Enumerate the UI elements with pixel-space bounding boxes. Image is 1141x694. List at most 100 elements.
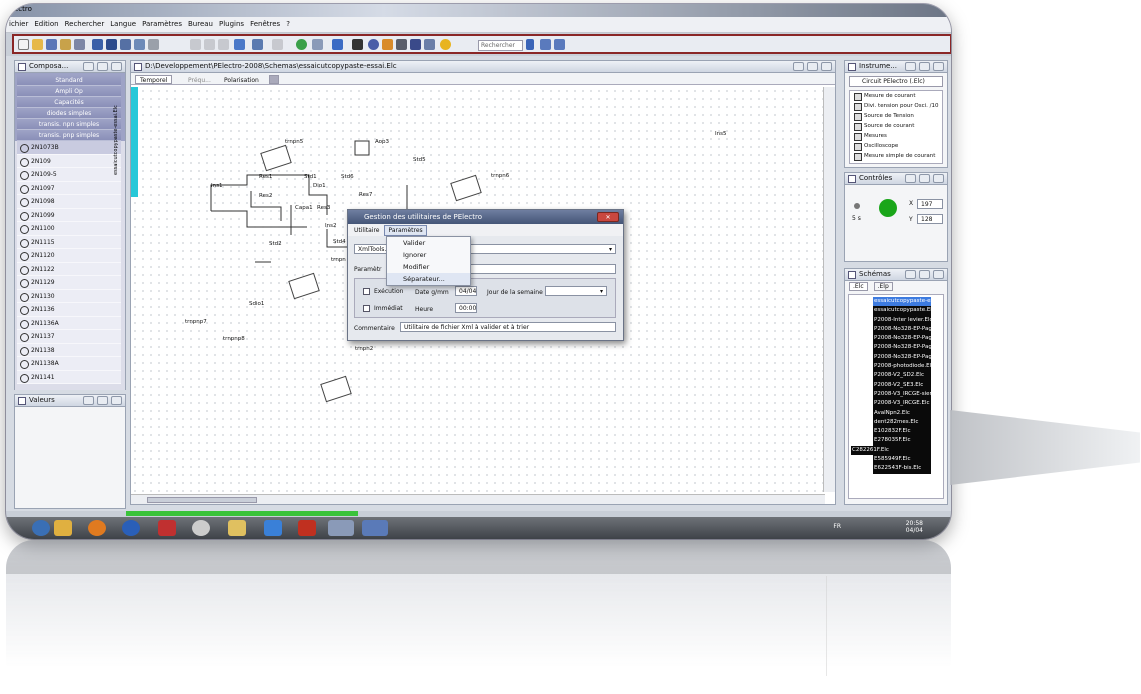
cut-icon[interactable] bbox=[60, 39, 71, 50]
x-input[interactable]: 197 bbox=[917, 199, 943, 209]
window-icon[interactable] bbox=[120, 39, 131, 50]
clock-icon[interactable] bbox=[192, 520, 210, 536]
window-task-icon[interactable] bbox=[362, 520, 388, 536]
list-item[interactable]: 2N1138 bbox=[17, 343, 121, 357]
file-item[interactable]: P2008-No328-EP-Page4 bbox=[873, 352, 931, 363]
file-item[interactable]: P2008-No328-EP-Page2 bbox=[873, 334, 931, 344]
list-item[interactable]: Source de Tension bbox=[850, 111, 942, 121]
list-item[interactable]: 2N109-5 bbox=[17, 168, 121, 182]
stop-icon[interactable] bbox=[368, 39, 379, 50]
list-item[interactable]: 2N1122 bbox=[17, 262, 121, 276]
list-item[interactable]: Mesure simple de courant bbox=[850, 151, 942, 161]
file-item[interactable]: AvalNpn2.Elc bbox=[873, 408, 931, 418]
list-item[interactable]: 2N1136A bbox=[17, 316, 121, 330]
weekday-select[interactable]: ▾ bbox=[545, 286, 607, 296]
list-item[interactable]: 2N1097 bbox=[17, 181, 121, 195]
list-item[interactable]: 2N109 bbox=[17, 154, 121, 168]
restore-button[interactable] bbox=[919, 62, 930, 71]
new-file-icon[interactable] bbox=[18, 39, 29, 50]
execution-checkbox[interactable] bbox=[363, 288, 370, 295]
user-icon[interactable] bbox=[122, 520, 140, 536]
redo-icon[interactable] bbox=[272, 39, 283, 50]
search-input[interactable]: Rechercher bbox=[478, 40, 523, 51]
tab-polarisation[interactable]: Polarisation bbox=[219, 75, 264, 84]
list-item[interactable]: Divi. tension pour Osci. /10 bbox=[850, 101, 942, 111]
tab-frequentiel[interactable]: Préqu... bbox=[183, 75, 216, 84]
horizontal-scrollbar[interactable] bbox=[131, 494, 825, 504]
pen-icon[interactable] bbox=[234, 39, 245, 50]
comment-input[interactable]: Utilitaire de fichier Xml à valider et à… bbox=[400, 322, 616, 332]
search-down-icon[interactable] bbox=[540, 39, 551, 50]
close-button[interactable] bbox=[933, 174, 944, 183]
file-item[interactable]: P2008-photodiode.Elc bbox=[873, 362, 931, 372]
list-item[interactable]: 2N1073B bbox=[17, 141, 121, 155]
category-pnp[interactable]: transis. pnp simples bbox=[17, 130, 121, 141]
menu-item-modifier[interactable]: Modifier bbox=[387, 261, 470, 273]
close-button[interactable] bbox=[933, 62, 944, 71]
tab-temporel[interactable]: Temporel bbox=[135, 75, 173, 84]
list-item[interactable]: 2N1137 bbox=[17, 330, 121, 344]
list-item[interactable]: 2N1120 bbox=[17, 249, 121, 263]
list-item[interactable]: Mesures bbox=[850, 131, 942, 141]
folder-icon[interactable] bbox=[228, 520, 246, 536]
list-item[interactable]: 2N1100 bbox=[17, 222, 121, 236]
list-item[interactable]: 2N1129 bbox=[17, 276, 121, 290]
list-item[interactable]: 2N1099 bbox=[17, 208, 121, 222]
category-capacites[interactable]: Capacités bbox=[17, 97, 121, 108]
menu-fichier[interactable]: ichier bbox=[6, 17, 31, 28]
list-item[interactable]: Mesure de courant bbox=[850, 91, 942, 101]
menu-langue[interactable]: Langue bbox=[107, 17, 139, 28]
file-item[interactable]: P2008-No328-EP-Page1 bbox=[873, 324, 931, 335]
file-item[interactable]: essaicutcopypaste.Elc bbox=[873, 306, 931, 316]
close-button[interactable] bbox=[933, 270, 944, 279]
search-up-icon[interactable] bbox=[554, 39, 565, 50]
vertical-scrollbar[interactable] bbox=[823, 87, 835, 492]
file-item[interactable]: P2008-V3_IRCGE.Elc bbox=[873, 399, 931, 409]
menu-utilitaire[interactable]: Utilitaire bbox=[351, 226, 382, 235]
list-item[interactable]: 2N1141 bbox=[17, 370, 121, 384]
category-diodes[interactable]: diodes simples bbox=[17, 108, 121, 119]
date-input[interactable]: 04/04 bbox=[455, 286, 477, 296]
minimize-button[interactable] bbox=[905, 270, 916, 279]
category-ampli-op[interactable]: Ampli Op bbox=[17, 86, 121, 97]
file-item[interactable]: dent282mes.Elc bbox=[873, 417, 931, 428]
file-item[interactable]: P2008-V2_SD2.Elc bbox=[873, 371, 931, 381]
menu-help[interactable]: ? bbox=[283, 17, 293, 28]
paragraph-icon[interactable] bbox=[410, 39, 421, 50]
list-item[interactable]: 2N1136 bbox=[17, 303, 121, 317]
copy-icon[interactable] bbox=[74, 39, 85, 50]
undo-icon[interactable] bbox=[252, 39, 263, 50]
zoom-icon[interactable] bbox=[424, 39, 435, 50]
minimize-button[interactable] bbox=[83, 62, 94, 71]
file-item[interactable]: C282261F.Elc bbox=[851, 445, 931, 456]
run-icon[interactable] bbox=[296, 39, 307, 50]
binoculars-icon[interactable] bbox=[352, 39, 363, 50]
list-item[interactable]: 2N1098 bbox=[17, 195, 121, 209]
hour-input[interactable]: 00:00 bbox=[455, 303, 477, 313]
tab-elp[interactable]: .Elp bbox=[873, 282, 893, 291]
list-item[interactable]: 2N1138A bbox=[17, 357, 121, 371]
open-folder-icon[interactable] bbox=[32, 39, 43, 50]
file-item[interactable]: E622543F-bis.Elc bbox=[873, 464, 931, 474]
menu-fenetres[interactable]: Fenêtres bbox=[247, 17, 283, 28]
paste-disabled-icon[interactable] bbox=[218, 39, 229, 50]
tab-elc[interactable]: .Elc bbox=[849, 282, 868, 291]
copy-disabled-icon[interactable] bbox=[204, 39, 215, 50]
brush-icon[interactable] bbox=[332, 39, 343, 50]
restore-button[interactable] bbox=[919, 174, 930, 183]
pelectro-task-icon[interactable] bbox=[328, 520, 354, 536]
pin-icon[interactable] bbox=[158, 520, 176, 536]
media-icon[interactable] bbox=[88, 520, 106, 536]
menu-parametres[interactable]: Paramètres bbox=[384, 225, 427, 236]
list-item[interactable]: 2N1130 bbox=[17, 289, 121, 303]
restore-button[interactable] bbox=[807, 62, 818, 71]
category-standard[interactable]: Standard bbox=[17, 75, 121, 86]
save-icon[interactable] bbox=[46, 39, 57, 50]
file-item[interactable]: E102832F.Elc bbox=[873, 427, 931, 437]
close-button[interactable]: ✕ bbox=[597, 212, 619, 222]
search-dropdown-icon[interactable] bbox=[526, 39, 534, 50]
minimize-button[interactable] bbox=[793, 62, 804, 71]
start-icon[interactable] bbox=[32, 520, 50, 536]
y-input[interactable]: 128 bbox=[917, 214, 943, 224]
help-icon[interactable] bbox=[440, 39, 451, 50]
